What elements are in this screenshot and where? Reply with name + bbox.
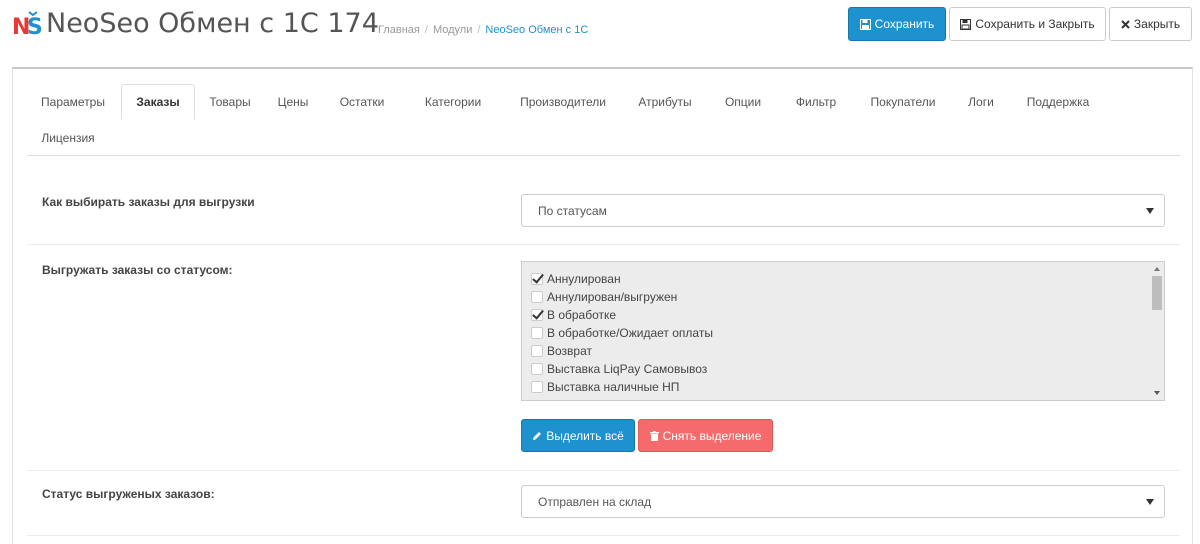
page-header: N S NeoSeo Обмен с 1С 174 Главная / Модули… (0, 0, 1200, 60)
order-selection-select[interactable]: По статусам (521, 194, 1165, 227)
order-selection-value: По статусам (538, 203, 607, 218)
neoseo-logo-icon: N S (12, 10, 44, 40)
row-divider (27, 535, 1180, 536)
breadcrumb-separator: / (424, 24, 428, 36)
status-item[interactable]: Аннулирован (531, 270, 621, 287)
floppy-disk-icon (859, 18, 871, 30)
status-label: Возврат (547, 343, 592, 358)
deselect-button[interactable]: Снять выделение (638, 419, 773, 452)
status-label: Аннулирован/выгружен (547, 289, 678, 304)
tab-options[interactable]: Опции (709, 84, 777, 120)
tab-attributes[interactable]: Атрибуты (623, 84, 707, 120)
select-all-label: Выделить всё (546, 428, 624, 443)
row-divider (27, 244, 1180, 245)
select-all-button[interactable]: Выделить всё (521, 419, 635, 452)
checkbox-checked[interactable] (531, 308, 543, 321)
deselect-label: Снять выделение (662, 428, 762, 443)
breadcrumb: Главная / Модули / NeoSeo Обмен с 1С (378, 24, 588, 36)
close-icon (1121, 19, 1130, 29)
status-item[interactable]: В обработке (531, 306, 616, 323)
tab-bar: Параметры Заказы Товары Цены Остатки Кат… (27, 84, 1180, 156)
settings-panel: Параметры Заказы Товары Цены Остатки Кат… (12, 67, 1193, 544)
tab-license[interactable]: Лицензия (27, 120, 109, 156)
tab-filter[interactable]: Фильтр (779, 84, 853, 120)
chevron-down-icon (1146, 208, 1154, 214)
status-label: Выставка наличные НП (547, 379, 680, 394)
tab-categories[interactable]: Категории (403, 84, 503, 120)
checkbox[interactable] (531, 344, 543, 357)
tab-prices[interactable]: Цены (265, 84, 321, 120)
close-button[interactable]: Закрыть (1109, 7, 1192, 41)
checkbox[interactable] (531, 326, 543, 339)
status-item[interactable]: В обработке/Ожидает оплаты (531, 324, 713, 341)
breadcrumb-current[interactable]: NeoSeo Обмен с 1С (485, 24, 588, 36)
save-and-close-button[interactable]: Сохранить и Закрыть (949, 7, 1106, 41)
exported-status-label: Статус выгруженых заказов: (42, 487, 215, 501)
scroll-up-arrow-icon[interactable] (1154, 267, 1160, 271)
save-button-label: Сохранить (874, 17, 935, 31)
tab-manufacturers[interactable]: Производители (505, 84, 621, 120)
svg-text:S: S (27, 15, 43, 38)
tab-divider (27, 155, 1180, 156)
close-button-label: Закрыть (1133, 17, 1181, 31)
checkbox[interactable] (531, 380, 543, 393)
tab-products[interactable]: Товары (197, 84, 263, 120)
tab-customers[interactable]: Покупатели (855, 84, 951, 120)
tab-support[interactable]: Поддержка (1011, 84, 1105, 120)
chevron-down-icon (1146, 499, 1154, 505)
status-item[interactable]: Выставка LiqPay Самовывоз (531, 360, 707, 377)
breadcrumb-home[interactable]: Главная (378, 24, 420, 36)
pencil-icon (533, 431, 542, 440)
save-button[interactable]: Сохранить (848, 7, 946, 41)
breadcrumb-modules[interactable]: Модули (433, 24, 472, 36)
page-title: NeoSeo Обмен с 1С 174 (46, 8, 379, 39)
status-label: Аннулирован (547, 271, 621, 286)
status-item[interactable]: Возврат (531, 342, 592, 359)
checkbox-checked[interactable] (531, 272, 543, 285)
exported-status-value: Отправлен на склад (538, 494, 652, 509)
tab-stock[interactable]: Остатки (323, 84, 401, 120)
breadcrumb-separator: / (477, 24, 481, 36)
status-label: В обработке/Ожидает оплаты (547, 325, 713, 340)
status-label: В обработке (547, 307, 617, 322)
trash-icon (649, 430, 659, 441)
tab-parameters[interactable]: Параметры (27, 84, 119, 120)
status-item[interactable]: Выставка наличные НП (531, 378, 679, 395)
scroll-thumb[interactable] (1152, 276, 1162, 310)
save-and-close-label: Сохранить и Закрыть (975, 17, 1095, 31)
row-divider (27, 470, 1180, 471)
checkbox[interactable] (531, 362, 543, 375)
export-statuses-label: Выгружать заказы со статусом: (42, 263, 233, 277)
tab-orders[interactable]: Заказы (121, 84, 195, 120)
exported-status-select[interactable]: Отправлен на склад (521, 485, 1165, 518)
status-checklist: Аннулирован Аннулирован/выгружен В обраб… (521, 261, 1165, 401)
order-selection-label: Как выбирать заказы для выгрузки (42, 195, 255, 209)
scroll-down-arrow-icon[interactable] (1154, 391, 1160, 395)
status-item[interactable]: Аннулирован/выгружен (531, 288, 677, 305)
status-label: Выставка LiqPay Самовывоз (547, 361, 708, 376)
tab-logs[interactable]: Логи (953, 84, 1009, 120)
floppy-disk-icon (960, 18, 972, 30)
checkbox[interactable] (531, 290, 543, 303)
checklist-scrollbar[interactable] (1150, 262, 1164, 400)
